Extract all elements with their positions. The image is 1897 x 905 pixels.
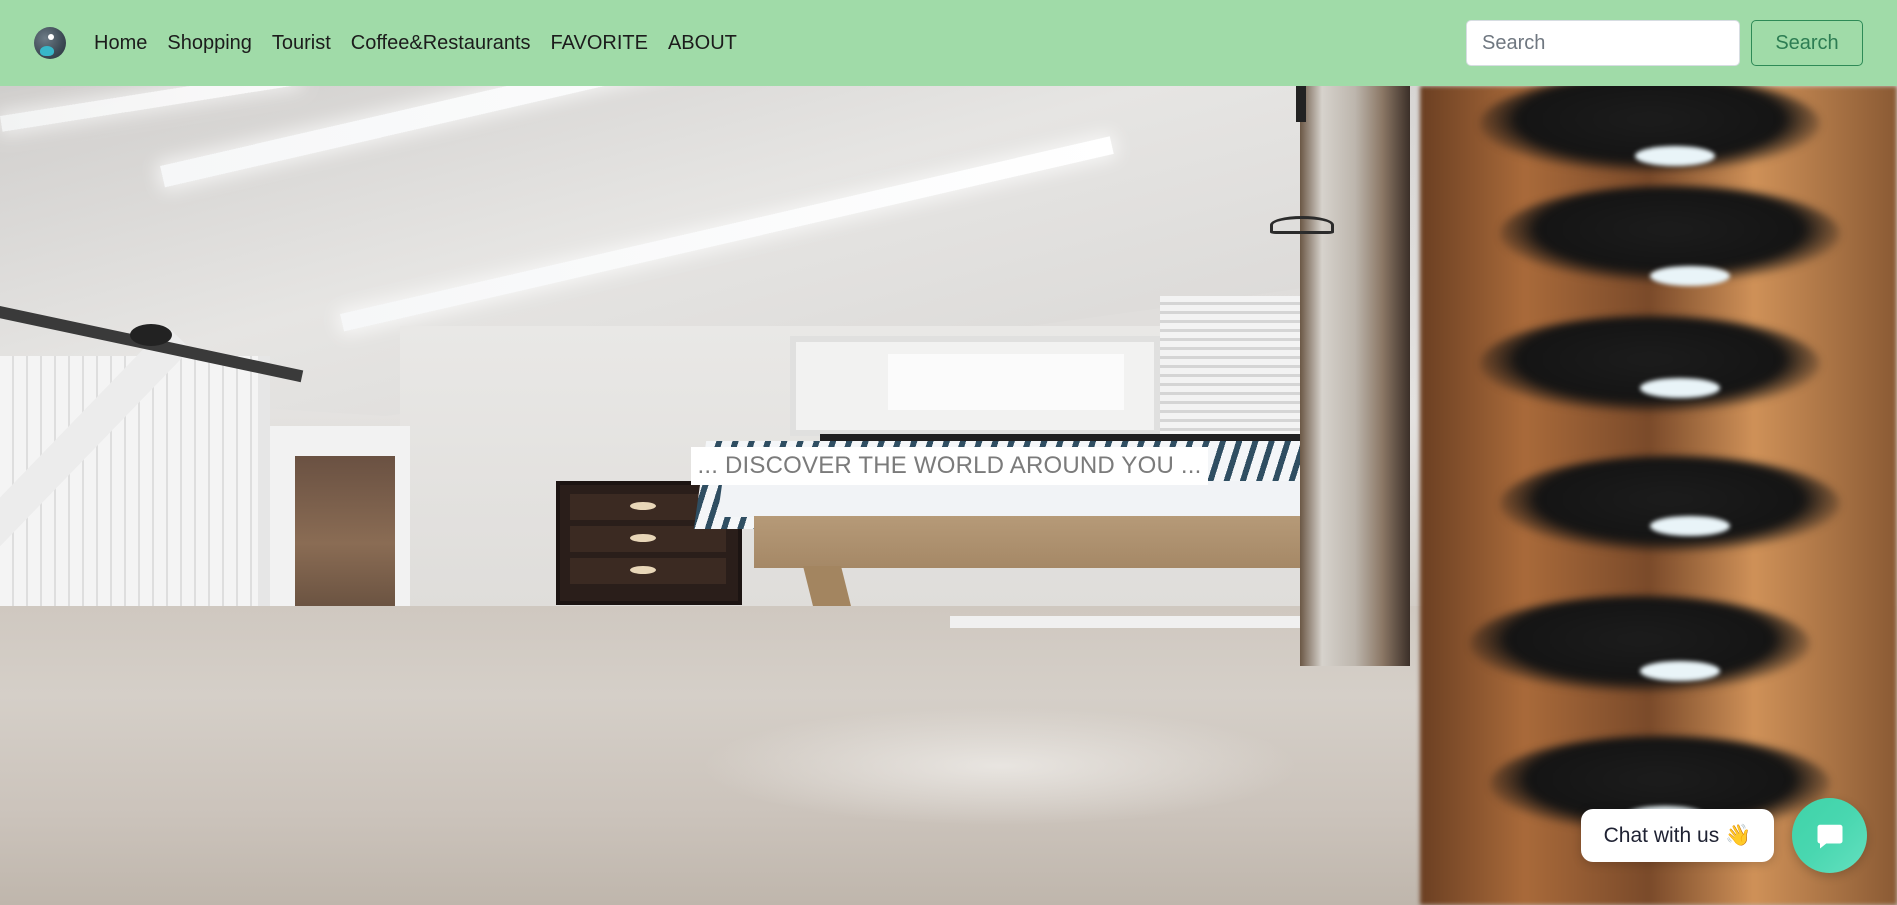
search-input[interactable]	[1466, 20, 1740, 66]
nav-links: Home Shopping Tourist Coffee&Restaurants…	[94, 33, 757, 53]
search-form: Search	[1466, 20, 1863, 66]
top-navbar: Home Shopping Tourist Coffee&Restaurants…	[0, 0, 1897, 86]
chat-with-us-label[interactable]: Chat with us 👋	[1581, 809, 1774, 862]
waving-hand-icon: 👋	[1725, 823, 1752, 847]
chat-bubble-icon	[1817, 824, 1842, 848]
nav-link-shopping[interactable]: Shopping	[167, 33, 252, 53]
nav-link-about[interactable]: ABOUT	[668, 33, 737, 53]
search-button[interactable]: Search	[1751, 20, 1863, 66]
chat-label-text: Chat with us	[1603, 823, 1720, 847]
nav-link-tourist[interactable]: Tourist	[272, 33, 331, 53]
chat-open-button[interactable]	[1792, 798, 1867, 873]
hero-caption: ... DISCOVER THE WORLD AROUND YOU ...	[691, 447, 1208, 485]
nav-link-home[interactable]: Home	[94, 33, 147, 53]
nav-link-favorite[interactable]: FAVORITE	[551, 33, 648, 53]
globe-icon[interactable]	[34, 27, 66, 59]
nav-link-coffee-restaurants[interactable]: Coffee&Restaurants	[351, 33, 531, 53]
hero-background-image	[0, 86, 1897, 905]
